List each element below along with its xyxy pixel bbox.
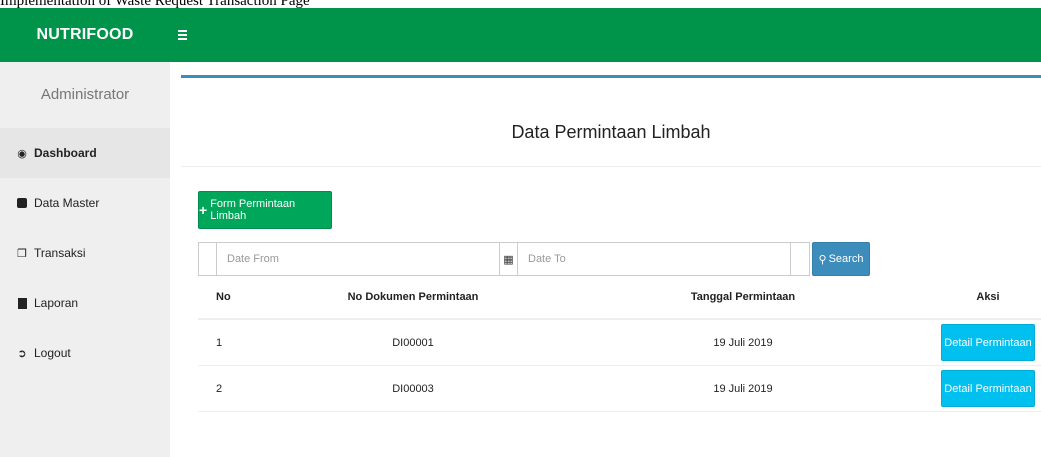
dashboard-icon: ◉ [17,147,27,160]
requests-table: No No Dokumen Permintaan Tanggal Permint… [198,276,1041,412]
sidebar-item-label: Logout [34,346,71,360]
divider [181,166,1041,167]
top-navbar: NUTRIFOOD [0,8,1041,62]
detail-request-button[interactable]: Detail Permintaan [941,370,1035,407]
column-header-document: No Dokumen Permintaan [347,291,479,303]
date-from-group: ▦ [198,242,518,276]
search-button-label: Search [828,253,864,265]
sidebar-item-logout[interactable]: ➲ Logout [0,328,170,378]
sidebar-item-label: Data Master [34,196,100,210]
row-no: 2 [216,382,223,395]
sidebar-menu: ◉ Dashboard Data Master ❐ Transaksi Lapo… [0,128,170,378]
sidebar-item-dashboard[interactable]: ◉ Dashboard [0,128,170,178]
date-to-group [517,242,810,276]
table-row: 1 DI00001 19 Juli 2019 Detail Permintaan [198,320,1041,366]
date-to-input[interactable] [518,243,790,275]
form-request-button-label: Form Permintaan Limbah [210,198,296,222]
main-content: Data Permintaan Limbah + Form Permintaan… [181,62,1041,457]
sidebar-item-label: Transaksi [34,246,86,260]
table-row: 2 DI00003 19 Juli 2019 Detail Permintaan [198,366,1041,412]
form-request-button[interactable]: + Form Permintaan Limbah [198,191,332,229]
sidebar-item-laporan[interactable]: Laporan [0,278,170,328]
search-button[interactable]: ⚲ Search [812,242,870,276]
row-request-date: 19 Juli 2019 [713,336,773,349]
detail-request-button[interactable]: Detail Permintaan [941,324,1035,361]
column-header-date: Tanggal Permintaan [690,291,796,303]
sidebar-item-transaksi[interactable]: ❐ Transaksi [0,228,170,278]
file-icon [16,297,28,309]
row-request-date: 19 Juli 2019 [713,382,773,395]
sidebar-item-label: Dashboard [34,146,97,160]
figure-caption: Implementation of Waste Request Transact… [0,0,310,8]
date-from-input[interactable] [217,243,499,275]
column-header-action: Aksi [976,291,1000,303]
panel-border [181,75,1041,78]
search-icon: ⚲ [818,253,827,266]
copy-icon: ❐ [17,247,27,260]
sidebar-item-label: Laporan [34,296,79,310]
calendar-icon[interactable]: ▦ [499,243,517,275]
brand-logo[interactable]: NUTRIFOOD [0,8,170,62]
plus-icon: + [199,202,208,218]
sidebar-item-data-master[interactable]: Data Master [0,178,170,228]
archive-icon [16,197,28,209]
row-document-number: DI00001 [392,336,434,349]
sidebar: Administrator ◉ Dashboard Data Master ❐ … [0,62,170,457]
user-label: Administrator [40,86,130,103]
row-document-number: DI00003 [392,382,434,395]
sign-out-icon: ➲ [17,347,27,360]
table-header-row: No No Dokumen Permintaan Tanggal Permint… [198,276,1041,320]
page-title: Data Permintaan Limbah [511,122,711,142]
column-header-no: No [216,291,231,303]
row-no: 1 [216,336,223,349]
hamburger-icon[interactable] [178,25,192,45]
